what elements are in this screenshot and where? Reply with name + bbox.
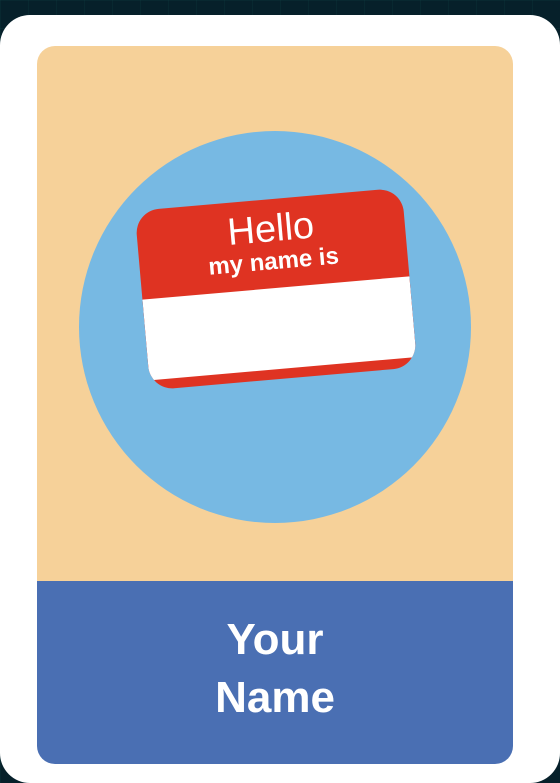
name-panel: Your Name xyxy=(37,581,513,764)
name-tag-blank-area xyxy=(142,276,417,381)
card-illustration-area: Hello my name is xyxy=(37,46,513,581)
name-line-2: Name xyxy=(215,673,335,722)
name-line-1: Your xyxy=(226,615,324,664)
name-card: Hello my name is Your Name xyxy=(0,15,560,783)
hello-name-tag-illustration: Hello my name is xyxy=(134,187,418,391)
card-name-text: Your Name xyxy=(37,611,513,727)
